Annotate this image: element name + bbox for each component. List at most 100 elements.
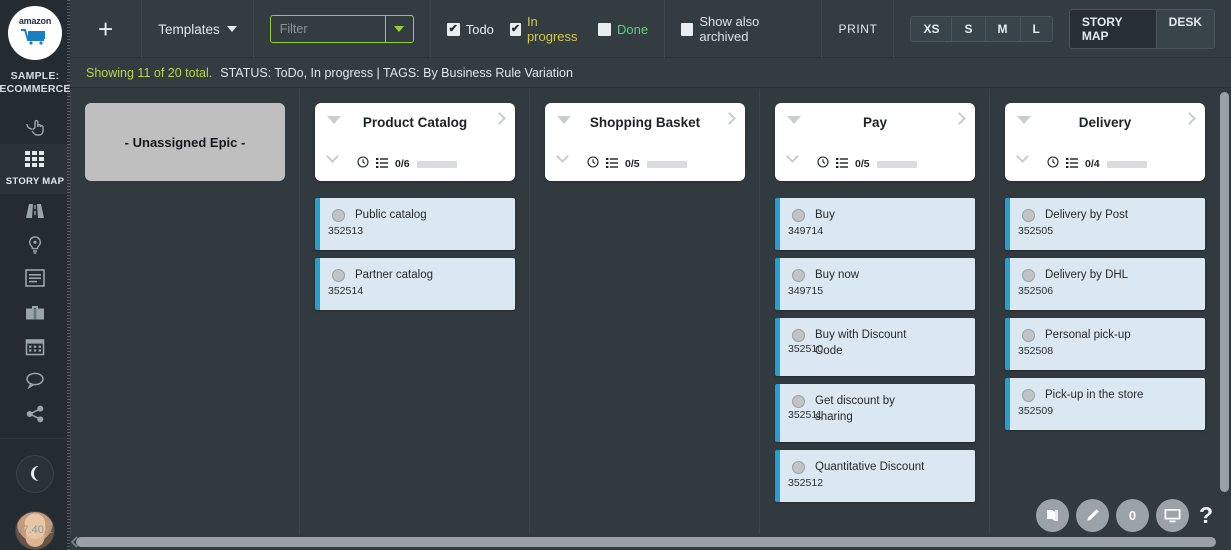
- checkbox-todo[interactable]: ✔ Todo: [446, 21, 494, 37]
- project-name: SAMPLE: ECOMMERCE: [0, 70, 71, 96]
- unassigned-epic-card[interactable]: - Unassigned Epic -: [85, 103, 285, 181]
- card-id: 352506: [1018, 285, 1054, 297]
- story-card[interactable]: Pick-up in the store 352509: [1005, 378, 1205, 430]
- filter-input[interactable]: [270, 16, 385, 42]
- road-icon: [25, 201, 45, 221]
- size-selector: XS S M L: [910, 16, 1053, 42]
- size-option-l[interactable]: L: [1020, 17, 1052, 41]
- status-dot-icon[interactable]: [792, 329, 805, 342]
- story-card[interactable]: Delivery by Post 352505: [1005, 198, 1205, 250]
- status-dot-icon[interactable]: [792, 209, 805, 222]
- help-button[interactable]: ?: [1199, 502, 1213, 529]
- story-map-board: - Unassigned Epic - Product Catalog 0/6 …: [70, 89, 1231, 550]
- status-dot-icon[interactable]: [792, 269, 805, 282]
- epic-header-product-catalog[interactable]: Product Catalog 0/6: [315, 103, 515, 181]
- column-delivery: Delivery 0/4 Delivery by Post 352505 Del…: [990, 103, 1220, 550]
- checkbox-show-archived[interactable]: Show also archived: [681, 14, 805, 44]
- epic-header-shopping-basket[interactable]: Shopping Basket 0/5: [545, 103, 745, 181]
- story-card[interactable]: Buy 349714: [775, 198, 975, 250]
- story-card[interactable]: Public catalog 352513: [315, 198, 515, 250]
- status-dot-icon[interactable]: [792, 461, 805, 474]
- epic-progress-bar: [1106, 160, 1147, 168]
- vertical-scrollbar[interactable]: [1217, 89, 1231, 530]
- sidebar-divider: [0, 438, 70, 439]
- checkbox-done[interactable]: Done: [598, 22, 648, 37]
- status-dot-icon[interactable]: [1022, 209, 1035, 222]
- epic-progress-bar: [876, 160, 917, 168]
- chevron-down-icon[interactable]: [786, 150, 799, 163]
- sidebar-item-story-map[interactable]: STORY MAP: [0, 144, 70, 194]
- scroll-left-arrow-icon[interactable]: [70, 534, 80, 550]
- size-option-xs[interactable]: XS: [911, 17, 953, 41]
- floating-action-buttons: 0 ?: [1035, 499, 1213, 532]
- add-button[interactable]: +: [86, 16, 125, 42]
- sidebar-item-road[interactable]: [0, 194, 70, 228]
- view-option-story-map[interactable]: STORY MAP: [1069, 10, 1157, 48]
- epic-meta: 0/5: [587, 155, 735, 173]
- card-title: Personal pick-up: [1045, 329, 1131, 341]
- story-card[interactable]: Delivery by DHL 352506: [1005, 258, 1205, 310]
- epic-title: Pay: [862, 115, 888, 130]
- archived-group: Show also archived: [665, 0, 823, 58]
- chevron-down-icon[interactable]: [1016, 150, 1029, 163]
- checkbox-in-progress[interactable]: ✔ In progress: [509, 14, 582, 44]
- card-id: 352513: [328, 225, 364, 237]
- filter-dropdown-button[interactable]: [384, 16, 413, 42]
- checkbox-todo-label: Todo: [465, 21, 494, 37]
- status-dot-icon[interactable]: [332, 209, 345, 222]
- app-version: v7.40.2: [16, 524, 54, 536]
- epic-header-pay[interactable]: Pay 0/5: [775, 103, 975, 181]
- story-card[interactable]: Buy now 349715: [775, 258, 975, 310]
- sidebar-item-hand-pointer[interactable]: [0, 110, 70, 144]
- briefcase-icon: [25, 303, 45, 323]
- size-option-m[interactable]: M: [985, 17, 1021, 41]
- checklist-icon: [1066, 155, 1078, 173]
- view-option-desk[interactable]: DESK: [1156, 10, 1214, 48]
- collapse-triangle-icon[interactable]: [557, 116, 571, 124]
- epic-header-delivery[interactable]: Delivery 0/4: [1005, 103, 1205, 181]
- epic-meta: 0/5: [817, 155, 965, 173]
- pencil-icon[interactable]: [1075, 499, 1109, 532]
- chevron-down-icon[interactable]: [326, 150, 339, 163]
- clock-icon: [587, 155, 599, 173]
- checkbox-in-progress-box: ✔: [509, 22, 521, 36]
- status-dot-icon[interactable]: [1022, 389, 1035, 402]
- sidebar-item-comment[interactable]: [0, 364, 70, 398]
- epic-title: Shopping Basket: [589, 115, 701, 130]
- horizontal-scrollbar-thumb[interactable]: [76, 537, 1216, 547]
- sidebar-item-lightbulb[interactable]: [0, 228, 70, 262]
- sidebar-item-list[interactable]: [0, 262, 70, 296]
- horizontal-scrollbar[interactable]: [70, 534, 1217, 550]
- story-card[interactable]: Quantitative Discount 352512: [775, 450, 975, 502]
- checklist-icon: [836, 155, 848, 173]
- card-list: Public catalog 352513 Partner catalog 35…: [315, 198, 515, 310]
- sidebar-item-share[interactable]: [0, 398, 70, 432]
- card-id: 352505: [1018, 225, 1054, 237]
- sidebar-item-label-story-map: STORY MAP: [5, 176, 65, 187]
- collapse-triangle-icon[interactable]: [1017, 116, 1031, 124]
- story-card[interactable]: Get discount by sharing 352511: [775, 384, 975, 442]
- print-button[interactable]: PRINT: [838, 22, 877, 36]
- templates-button[interactable]: Templates: [158, 22, 237, 37]
- sidebar-item-briefcase[interactable]: [0, 296, 70, 330]
- monitor-icon[interactable]: [1155, 499, 1189, 532]
- status-dot-icon[interactable]: [1022, 269, 1035, 282]
- story-card[interactable]: Buy with Discount Code 352510: [775, 318, 975, 376]
- story-card[interactable]: Personal pick-up 352508: [1005, 318, 1205, 370]
- vertical-scrollbar-thumb[interactable]: [1220, 92, 1229, 492]
- project-logo[interactable]: amazon: [8, 6, 62, 60]
- collapse-triangle-icon[interactable]: [787, 116, 801, 124]
- view-selector: STORY MAP DESK: [1068, 9, 1215, 49]
- chevron-down-icon[interactable]: [556, 150, 569, 163]
- moon-icon[interactable]: [16, 454, 54, 493]
- status-dot-icon[interactable]: [1022, 329, 1035, 342]
- counter-badge[interactable]: 0: [1115, 499, 1149, 532]
- collapse-triangle-icon[interactable]: [327, 116, 341, 124]
- card-id: 352512: [788, 477, 824, 489]
- story-card[interactable]: Partner catalog 352514: [315, 258, 515, 310]
- sidebar-item-calendar[interactable]: [0, 330, 70, 364]
- status-dot-icon[interactable]: [332, 269, 345, 282]
- status-dot-icon[interactable]: [792, 395, 805, 408]
- size-option-s[interactable]: S: [952, 17, 986, 41]
- books-icon[interactable]: [1035, 499, 1069, 532]
